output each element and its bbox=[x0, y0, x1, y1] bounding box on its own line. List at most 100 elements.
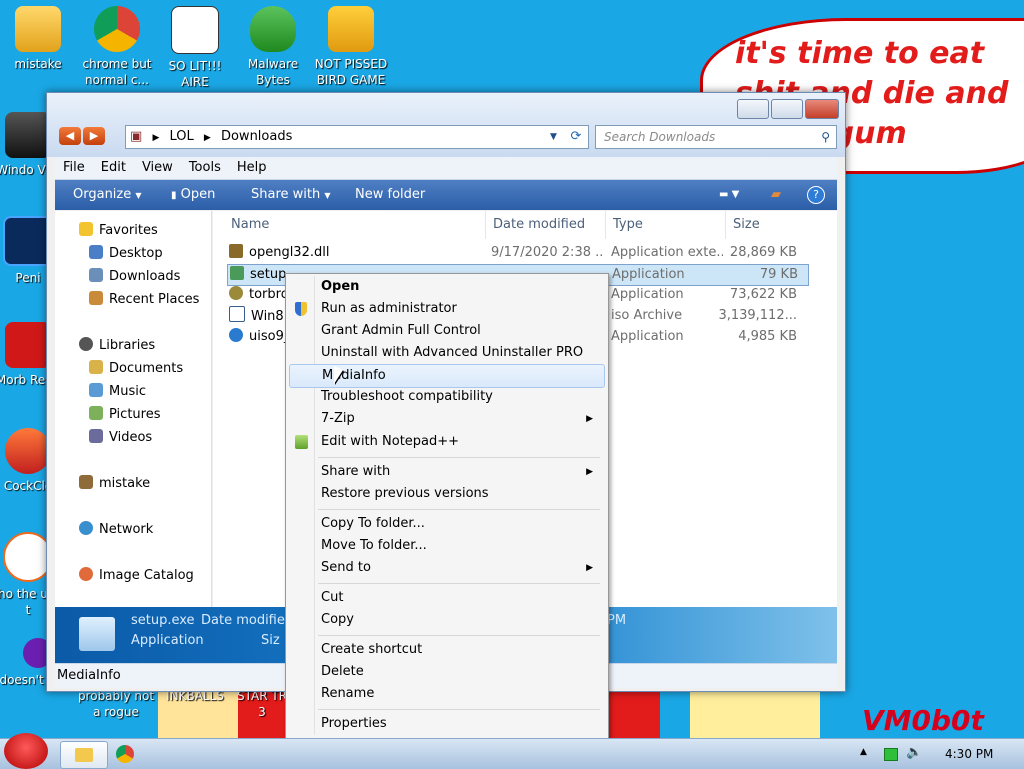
search-input[interactable]: Search Downloads ⚲ bbox=[595, 125, 837, 149]
breadcrumb-separator: ▶ bbox=[152, 133, 160, 143]
menu-item-label: Uninstall with Advanced Uninstaller PRO bbox=[321, 345, 584, 360]
clock[interactable]: 4:30 PM bbox=[945, 739, 993, 769]
menu-item-rename[interactable]: Rename bbox=[289, 683, 603, 705]
menu-file[interactable]: File bbox=[55, 157, 93, 179]
menu-item-label: Cut bbox=[321, 590, 344, 605]
nav-image-catalog[interactable]: Image Catalog bbox=[79, 566, 194, 586]
organize-button[interactable]: Organize ▼ bbox=[73, 180, 142, 211]
column-type[interactable]: Type bbox=[613, 211, 726, 239]
iso-file-icon bbox=[229, 306, 245, 322]
menu-item-delete[interactable]: Delete bbox=[289, 661, 603, 683]
menu-item-label: Copy To folder... bbox=[321, 516, 425, 531]
nav-favorites[interactable]: Favorites bbox=[79, 221, 158, 241]
menu-item-uninstall[interactable]: Uninstall with Advanced Uninstaller PRO bbox=[289, 342, 603, 364]
share-with-button[interactable]: Share with ▼ bbox=[251, 180, 331, 211]
music-icon bbox=[89, 383, 103, 397]
address-dropdown-icon[interactable]: ▼ bbox=[550, 126, 557, 148]
nav-videos[interactable]: Videos bbox=[89, 428, 152, 448]
file-row[interactable]: opengl32.dll 9/17/2020 2:38 ... Applicat… bbox=[229, 243, 809, 263]
menu-item-label: 7-Zip bbox=[321, 411, 355, 426]
navigation-pane: Favorites Desktop Downloads Recent Place… bbox=[55, 211, 212, 607]
window-frame: ◀ ▶ ▣ ▶ LOL ▶ Downloads ▼ ⟳ Search Downl… bbox=[47, 93, 845, 157]
menu-item-run-as-admin[interactable]: Run as administrator bbox=[289, 298, 603, 320]
menu-item-share-with[interactable]: Share with ▶ bbox=[289, 461, 603, 483]
nav-label: Network bbox=[99, 522, 154, 537]
nav-label: Pictures bbox=[109, 407, 161, 422]
desktop-icon-star-trek[interactable]: STAR TR 3 bbox=[232, 688, 292, 720]
desktop-icon-probably[interactable]: probably not a rogue bbox=[76, 688, 156, 720]
menu-item-label: Move To folder... bbox=[321, 538, 427, 553]
nav-homegroup[interactable]: mistake bbox=[79, 474, 150, 494]
nav-label: mistake bbox=[99, 476, 151, 491]
desktop-icon-mistake[interactable]: mistake bbox=[0, 6, 78, 72]
desktop-icon-bird-game[interactable]: NOT PISSED BIRD GAME bbox=[311, 6, 391, 88]
column-size[interactable]: Size bbox=[733, 211, 803, 239]
minimize-button[interactable] bbox=[737, 99, 769, 119]
menu-item-copy-to-folder[interactable]: Copy To folder... bbox=[289, 513, 603, 535]
image-catalog-icon bbox=[79, 567, 93, 581]
menu-item-send-to[interactable]: Send to ▶ bbox=[289, 557, 603, 579]
nav-label: Documents bbox=[109, 361, 184, 376]
nav-libraries[interactable]: Libraries bbox=[79, 336, 155, 356]
menu-item-copy[interactable]: Copy bbox=[289, 609, 603, 631]
breadcrumb-downloads[interactable]: Downloads bbox=[221, 129, 292, 144]
menu-item-cut[interactable]: Cut bbox=[289, 587, 603, 609]
column-name[interactable]: Name bbox=[231, 211, 486, 239]
tray-volume-icon[interactable]: 🔈 bbox=[906, 745, 922, 760]
start-button[interactable] bbox=[4, 733, 48, 769]
menu-item-properties[interactable]: Properties bbox=[289, 713, 603, 735]
nav-documents[interactable]: Documents bbox=[89, 359, 183, 379]
file-type: iso Archive bbox=[611, 308, 683, 323]
menu-item-notepad[interactable]: Edit with Notepad++ bbox=[289, 431, 603, 453]
breadcrumb-lol[interactable]: LOL bbox=[170, 129, 194, 144]
menu-item-grant-admin[interactable]: Grant Admin Full Control bbox=[289, 320, 603, 342]
nav-pictures[interactable]: Pictures bbox=[89, 405, 160, 425]
nav-label: Desktop bbox=[109, 246, 163, 261]
open-button[interactable]: ▮ Open bbox=[171, 180, 215, 211]
menu-item-7zip[interactable]: 7-Zip ▶ bbox=[289, 408, 603, 430]
back-button[interactable]: ◀ bbox=[59, 127, 81, 145]
file-type: Application bbox=[611, 329, 684, 344]
new-folder-button[interactable]: New folder bbox=[355, 180, 425, 210]
watermark: VM0b0t bbox=[862, 704, 984, 737]
desktop-icon-solitaire[interactable]: SO LIT!!! AIRE bbox=[155, 6, 235, 90]
close-button[interactable] bbox=[805, 99, 839, 119]
taskbar-explorer-button[interactable] bbox=[60, 741, 108, 769]
menu-edit[interactable]: Edit bbox=[93, 157, 134, 179]
menu-item-move-to-folder[interactable]: Move To folder... bbox=[289, 535, 603, 557]
details-size-label: Siz bbox=[261, 633, 280, 648]
menu-item-troubleshoot[interactable]: Troubleshoot compatibility bbox=[289, 386, 603, 408]
nav-downloads[interactable]: Downloads bbox=[89, 267, 180, 287]
menu-item-restore-versions[interactable]: Restore previous versions bbox=[289, 483, 603, 505]
menu-view[interactable]: View bbox=[134, 157, 181, 179]
tray-network-icon[interactable] bbox=[884, 748, 898, 761]
address-bar[interactable]: ▣ ▶ LOL ▶ Downloads ▼ ⟳ bbox=[125, 125, 589, 149]
tray-show-hidden-icon[interactable]: ▲ bbox=[860, 747, 867, 757]
desktop-icon-label: Malware Bytes bbox=[247, 57, 299, 87]
file-type: Application exte... bbox=[611, 245, 723, 260]
desktop-icon-malwarebytes[interactable]: Malware Bytes bbox=[233, 6, 313, 88]
maximize-button[interactable] bbox=[771, 99, 803, 119]
pig-icon bbox=[328, 6, 374, 52]
menu-item-label: Properties bbox=[321, 716, 387, 731]
view-options-icon[interactable]: ▬ ▼ bbox=[719, 180, 739, 210]
taskbar-chrome-button[interactable] bbox=[116, 745, 134, 763]
refresh-icon[interactable]: ⟳ bbox=[566, 126, 586, 146]
nav-recent-places[interactable]: Recent Places bbox=[89, 290, 199, 310]
menu-item-open[interactable]: Open bbox=[289, 276, 603, 298]
nav-music[interactable]: Music bbox=[89, 382, 146, 402]
search-icon[interactable]: ⚲ bbox=[821, 126, 830, 148]
help-icon[interactable]: ? bbox=[807, 180, 825, 210]
desktop-icon-chrome[interactable]: chrome but normal c... bbox=[77, 6, 157, 88]
column-date-modified[interactable]: Date modified bbox=[493, 211, 606, 239]
desktop-icon-label: Peni bbox=[15, 271, 41, 285]
preview-pane-icon[interactable]: ▰ bbox=[771, 180, 781, 210]
menu-item-create-shortcut[interactable]: Create shortcut bbox=[289, 639, 603, 661]
nav-desktop[interactable]: Desktop bbox=[89, 244, 163, 264]
forward-button[interactable]: ▶ bbox=[83, 127, 105, 145]
menu-item-label: Create shortcut bbox=[321, 642, 423, 657]
file-type: Application bbox=[611, 287, 684, 302]
menu-tools[interactable]: Tools bbox=[181, 157, 229, 179]
menu-help[interactable]: Help bbox=[229, 157, 275, 179]
nav-network[interactable]: Network bbox=[79, 520, 153, 540]
